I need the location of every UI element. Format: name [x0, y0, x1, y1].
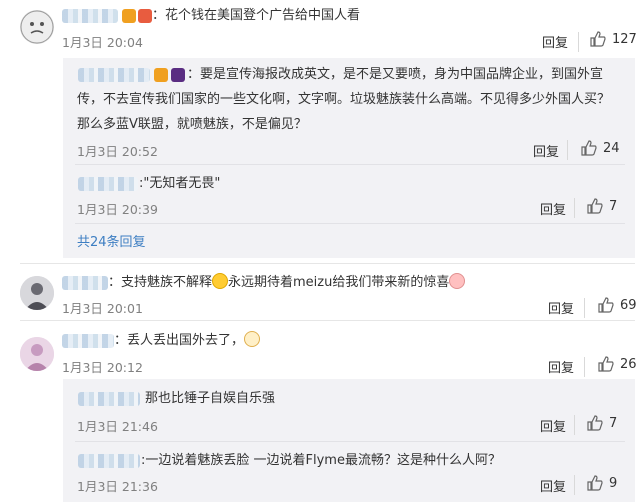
avatar[interactable] — [20, 276, 54, 310]
reply-time: 1月3日 21:36 — [77, 479, 158, 494]
avatar[interactable] — [20, 10, 54, 44]
like-button[interactable]: 7 — [587, 198, 617, 214]
username[interactable] — [78, 454, 140, 468]
reply-time: 1月3日 21:46 — [77, 419, 158, 434]
reply-button[interactable]: 回复 — [540, 476, 566, 495]
vip-badge-icon — [154, 68, 168, 82]
divider — [578, 32, 579, 52]
thumbs-up-icon — [598, 297, 614, 313]
like-button[interactable]: 7 — [587, 415, 617, 431]
avatar[interactable] — [20, 337, 54, 371]
reply-button[interactable]: 回复 — [540, 416, 566, 435]
vip-badge-icon — [122, 9, 136, 23]
reply-text: :"无知者无畏" — [139, 176, 221, 191]
comment: ：花个钱在美国登个广告给中国人看 1月3日 20:04 回复 127 ：要是宣传… — [0, 0, 640, 265]
username[interactable] — [62, 276, 108, 290]
like-button[interactable]: 26 — [598, 356, 637, 372]
reply-button[interactable]: 回复 — [540, 199, 566, 218]
thumbs-up-icon — [590, 31, 606, 47]
divider — [567, 140, 568, 160]
separator — [75, 441, 625, 442]
username[interactable] — [62, 9, 118, 23]
username[interactable] — [78, 177, 138, 191]
like-count: 26 — [620, 356, 637, 372]
reply-button[interactable]: 回复 — [542, 32, 568, 51]
like-button[interactable]: 127 — [590, 31, 637, 47]
comment: ：丢人丢出国外去了， 1月3日 20:12 回复 26 那也比锤子自娱自乐强 1… — [0, 322, 640, 502]
reply-text-line: 那么多蓝V联盟，就喷魅族，不是偏见？ — [77, 117, 307, 132]
reply-button[interactable]: 回复 — [548, 357, 574, 376]
sub-replies: ：要是宣传海报改成英文，是不是又要喷，身为中国品牌企业，到国外宣 传，不去宣传我… — [63, 58, 635, 258]
member-badge-icon — [138, 9, 152, 23]
divider — [574, 475, 575, 495]
reply-time: 1月3日 20:39 — [77, 202, 158, 217]
comment-text: ：花个钱在美国登个广告给中国人看 — [152, 8, 361, 23]
comment: ：支持魅族不解释 永远期待着meizu给我们带来新的惊喜 1月3日 20:01 回… — [0, 265, 640, 320]
divider — [584, 357, 585, 377]
like-count: 9 — [609, 475, 618, 491]
thumbs-up-icon — [587, 475, 603, 491]
divider — [574, 198, 575, 218]
pray-emoji-icon — [244, 331, 261, 347]
like-button[interactable]: 24 — [581, 140, 620, 156]
more-replies-link[interactable]: 共24条回复 — [77, 231, 146, 250]
reply-time: 1月3日 20:52 — [77, 144, 158, 159]
reply-text-line: 传，不去宣传我们国家的一些文化啊，文字啊。垃圾魅族装什么高端。不见得多少外国人买… — [77, 92, 611, 107]
sub-replies: 那也比锤子自娱自乐强 1月3日 21:46 回复 7 :一边说着魅族丢脸 一边说… — [63, 379, 635, 502]
username[interactable] — [62, 334, 114, 348]
reply-text-line: ：要是宣传海报改成英文，是不是又要喷，身为中国品牌企业，到国外宣 — [187, 67, 604, 82]
comment-text: ：支持魅族不解释 永远期待着meizu给我们带来新的惊喜 — [108, 271, 466, 294]
member-badge-icon — [171, 68, 185, 82]
divider — [574, 415, 575, 435]
separator — [20, 320, 635, 321]
like-button[interactable]: 69 — [598, 297, 637, 313]
separator — [20, 263, 635, 264]
comment-time: 1月3日 20:04 — [62, 35, 143, 50]
separator — [75, 164, 625, 165]
like-count: 24 — [603, 140, 620, 156]
thumbs-up-icon — [598, 356, 614, 372]
smile-emoji-icon — [212, 273, 229, 289]
divider — [584, 298, 585, 318]
reply-button[interactable]: 回复 — [548, 298, 574, 317]
username[interactable] — [78, 392, 140, 406]
like-count: 7 — [609, 198, 618, 214]
avatar-face-icon — [20, 10, 54, 44]
like-count: 7 — [609, 415, 618, 431]
thumbs-up-icon — [587, 198, 603, 214]
reply-text: :一边说着魅族丢脸 一边说着Flyme最流畅？这是种什么人阿？ — [141, 453, 501, 468]
like-count: 69 — [620, 297, 637, 313]
reply-button[interactable]: 回复 — [533, 141, 559, 160]
thumbs-up-icon — [587, 415, 603, 431]
username[interactable] — [78, 68, 150, 82]
like-button[interactable]: 9 — [587, 475, 617, 491]
avatar-image-icon — [20, 276, 54, 310]
separator — [75, 223, 625, 224]
reply-text: 那也比锤子自娱自乐强 — [145, 391, 276, 406]
comment-time: 1月3日 20:12 — [62, 360, 143, 375]
comment-time: 1月3日 20:01 — [62, 301, 143, 316]
avatar-image-icon — [20, 337, 54, 371]
like-count: 127 — [612, 31, 637, 47]
comment-text: ：丢人丢出国外去了， — [114, 329, 261, 352]
thumbs-up-icon — [581, 140, 597, 156]
blush-emoji-icon — [449, 273, 466, 289]
